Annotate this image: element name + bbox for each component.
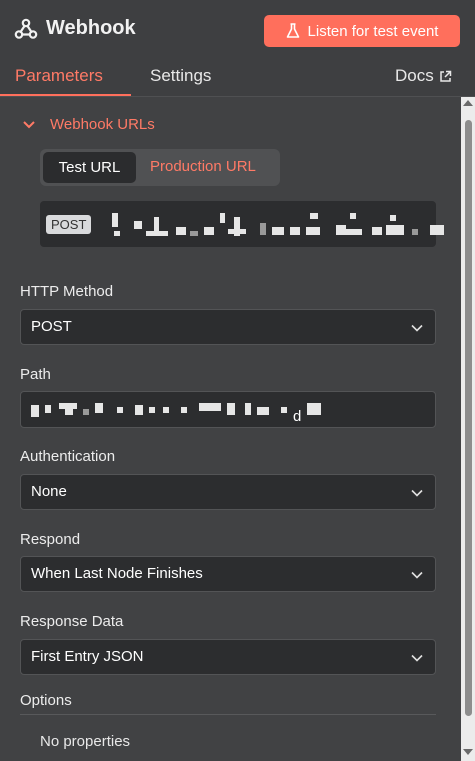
response-data-select[interactable]: First Entry JSON <box>20 639 436 675</box>
tab-bar: Parameters Settings Docs <box>0 60 475 97</box>
http-method-label: HTTP Method <box>20 283 114 300</box>
method-badge: POST <box>46 215 92 234</box>
panel-header: Webhook Listen for test event <box>0 0 475 60</box>
authentication-select[interactable]: None <box>20 474 436 510</box>
webhook-icon <box>14 18 38 39</box>
chevron-down-icon <box>23 120 35 128</box>
node-title: Webhook <box>46 17 136 39</box>
webhook-url-display[interactable]: POST <box>40 201 444 247</box>
chevron-down-icon <box>411 571 423 579</box>
webhook-urls-toggle[interactable]: Webhook URLs <box>22 116 155 133</box>
path-input[interactable]: d <box>20 391 436 428</box>
path-label: Path <box>20 366 51 383</box>
chevron-down-icon <box>411 654 423 662</box>
scrollbar-thumb[interactable] <box>465 120 472 716</box>
response-data-value: First Entry JSON <box>31 648 144 665</box>
options-divider <box>20 714 436 715</box>
listen-for-test-event-button[interactable]: Listen for test event <box>264 15 460 47</box>
flask-icon <box>286 23 299 38</box>
response-data-label: Response Data <box>20 613 124 630</box>
docs-link[interactable]: Docs <box>395 66 452 86</box>
production-url-tab[interactable]: Production URL <box>150 158 256 175</box>
path-visible-char: d <box>293 408 302 425</box>
scroll-down-arrow-icon[interactable] <box>463 749 473 755</box>
tab-parameters[interactable]: Parameters <box>15 66 103 86</box>
chevron-down-icon <box>411 324 423 332</box>
respond-label: Respond <box>20 531 81 548</box>
test-url-tab[interactable]: Test URL <box>43 152 136 183</box>
no-properties-text: No properties <box>40 733 131 750</box>
webhook-urls-title: Webhook URLs <box>50 116 155 133</box>
authentication-label: Authentication <box>20 448 116 465</box>
http-method-value: POST <box>31 318 72 335</box>
tab-settings[interactable]: Settings <box>150 66 211 86</box>
respond-select[interactable]: When Last Node Finishes <box>20 556 436 592</box>
url-type-switch: Test URL Production URL <box>40 149 280 186</box>
active-tab-indicator <box>0 94 131 96</box>
respond-value: When Last Node Finishes <box>31 565 203 582</box>
http-method-select[interactable]: POST <box>20 309 436 345</box>
authentication-value: None <box>31 483 67 500</box>
chevron-down-icon <box>411 489 423 497</box>
scroll-up-arrow-icon[interactable] <box>463 100 473 106</box>
listen-button-label: Listen for test event <box>307 22 439 40</box>
docs-label: Docs <box>395 66 434 85</box>
external-link-icon <box>439 70 451 82</box>
options-label: Options <box>20 692 72 709</box>
